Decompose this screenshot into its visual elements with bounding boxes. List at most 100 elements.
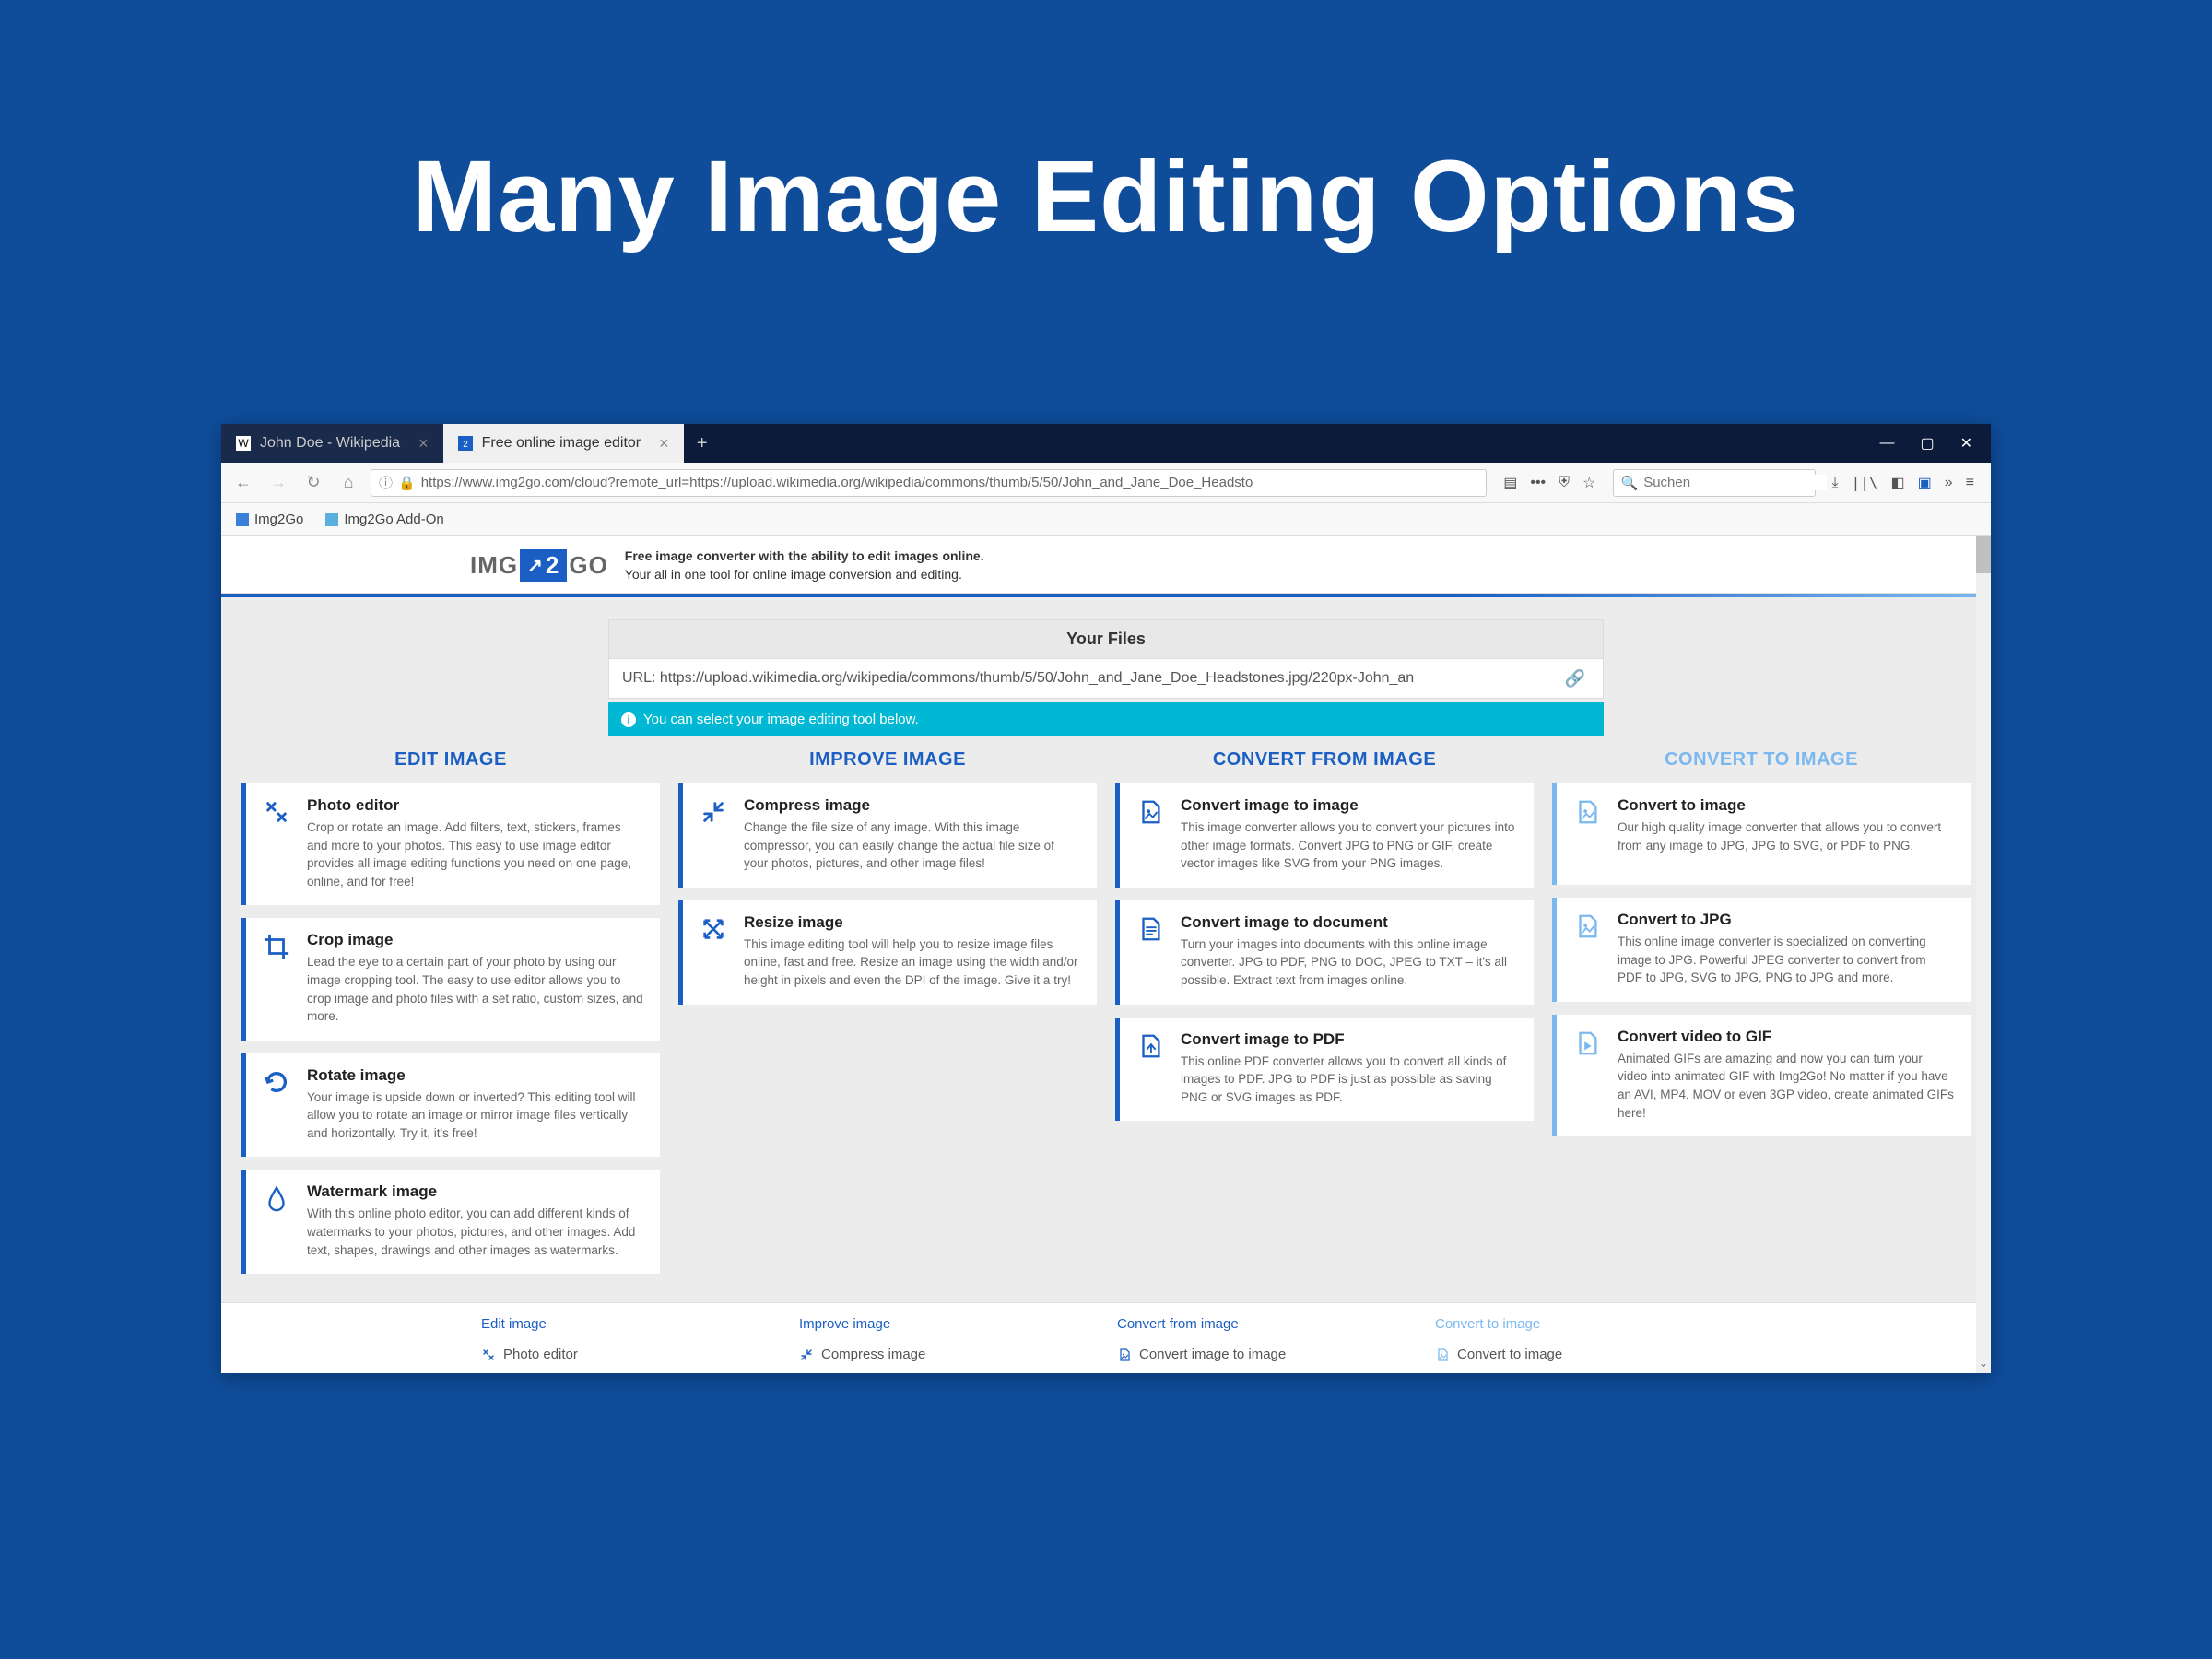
toolbar-icons: ⤓ ||\ ◧ ▣ » ≡ (1825, 474, 1982, 492)
footer-item[interactable]: Compress image (799, 1343, 1095, 1366)
tool-card[interactable]: Convert to JPG This online image convert… (1552, 898, 1971, 1002)
lock-icon: 🔒 (398, 475, 416, 491)
card-title: Photo editor (307, 796, 643, 815)
water-icon (261, 1182, 292, 1259)
sidebar-icon[interactable]: ◧ (1891, 474, 1905, 492)
footer-column: Convert from image Convert image to imag… (1106, 1316, 1424, 1366)
shield-icon[interactable]: ⛨ (1559, 475, 1570, 491)
maximize-icon[interactable]: ▢ (1920, 434, 1934, 453)
reader-icon[interactable]: ▤ (1503, 474, 1517, 492)
tagline-sub: Your all in one tool for online image co… (625, 566, 984, 584)
overflow-icon[interactable]: » (1945, 475, 1953, 491)
your-files-section: Your Files 🔗 i You can select your image… (608, 619, 1604, 736)
addon-icon[interactable]: ▣ (1918, 474, 1932, 492)
doc-img-icon (1435, 1347, 1450, 1362)
browser-window: W John Doe - Wikipedia × 2 Free online i… (221, 424, 1991, 1373)
doc-pdf-icon (1135, 1030, 1166, 1107)
tool-card[interactable]: Convert image to image This image conver… (1115, 783, 1534, 888)
footer-title[interactable]: Improve image (799, 1316, 1095, 1343)
card-description: Turn your images into documents with thi… (1181, 935, 1517, 990)
card-description: Crop or rotate an image. Add filters, te… (307, 818, 643, 890)
scroll-thumb[interactable] (1976, 536, 1991, 573)
link-icon[interactable]: 🔗 (1547, 669, 1603, 688)
info-icon[interactable]: ⓘ (379, 473, 393, 492)
your-files-title: Your Files (608, 619, 1604, 659)
footer-column: Edit image Photo editor (470, 1316, 788, 1366)
tool-card[interactable]: Convert video to GIF Animated GIFs are a… (1552, 1015, 1971, 1136)
more-icon[interactable]: ••• (1530, 475, 1546, 491)
home-icon[interactable]: ⌂ (335, 473, 361, 492)
minimize-icon[interactable]: — (1879, 435, 1894, 452)
tool-card[interactable]: Rotate image Your image is upside down o… (241, 1053, 660, 1158)
doc-img-icon (1571, 911, 1603, 987)
footer-item[interactable]: Convert to image (1435, 1343, 1731, 1366)
bookmark-img2go[interactable]: Img2Go (236, 512, 303, 527)
footer-item[interactable]: Photo editor (481, 1343, 777, 1366)
search-bar[interactable]: 🔍 (1613, 469, 1816, 497)
search-input[interactable] (1643, 475, 1827, 490)
svg-text:W: W (238, 437, 249, 450)
tab-label: John Doe - Wikipedia (260, 435, 400, 452)
url-input[interactable] (421, 475, 1479, 490)
card-description: Your image is upside down or inverted? T… (307, 1088, 643, 1143)
tool-card[interactable]: Photo editor Crop or rotate an image. Ad… (241, 783, 660, 905)
column-title: IMPROVE IMAGE (678, 749, 1097, 771)
doc-img-icon (1135, 796, 1166, 873)
site-logo[interactable]: IMG ↗2 GO (470, 549, 608, 582)
tool-column: CONVERT FROM IMAGE Convert image to imag… (1115, 749, 1534, 1287)
url-bar[interactable]: ⓘ 🔒 (371, 469, 1487, 497)
card-description: This online PDF converter allows you to … (1181, 1053, 1517, 1107)
bookmark-img2go-addon[interactable]: Img2Go Add-On (325, 512, 443, 527)
tab-wikipedia[interactable]: W John Doe - Wikipedia × (221, 424, 443, 463)
card-description: This image editing tool will help you to… (744, 935, 1080, 990)
card-description: Change the file size of any image. With … (744, 818, 1080, 873)
page-content: IMG ↗2 GO Free image converter with the … (221, 536, 1991, 1373)
card-description: Lead the eye to a certain part of your p… (307, 953, 643, 1025)
footer-title[interactable]: Edit image (481, 1316, 777, 1343)
browser-toolbar: ← → ↻ ⌂ ⓘ 🔒 ▤ ••• ⛨ ☆ 🔍 ⤓ ||\ ◧ ▣ » ≡ (221, 463, 1991, 503)
card-title: Compress image (744, 796, 1080, 815)
card-description: This online image converter is specializ… (1618, 933, 1954, 987)
tool-column: IMPROVE IMAGE Compress image Change the … (678, 749, 1097, 1287)
card-title: Rotate image (307, 1066, 643, 1085)
download-icon[interactable]: ⤓ (1832, 475, 1839, 491)
tool-card[interactable]: Crop image Lead the eye to a certain par… (241, 918, 660, 1040)
compress-icon (799, 1347, 814, 1362)
design-icon (261, 796, 292, 890)
column-title: EDIT IMAGE (241, 749, 660, 771)
star-icon[interactable]: ☆ (1583, 474, 1595, 492)
tool-card[interactable]: Convert image to document Turn your imag… (1115, 900, 1534, 1005)
bookmark-icon (325, 513, 338, 526)
doc-icon (1135, 913, 1166, 990)
tool-card[interactable]: Watermark image With this online photo e… (241, 1170, 660, 1274)
crop-icon (261, 931, 292, 1025)
footer-title[interactable]: Convert to image (1435, 1316, 1731, 1343)
video-icon (1571, 1028, 1603, 1122)
bookmark-label: Img2Go (254, 512, 303, 527)
back-icon[interactable]: ← (230, 473, 256, 492)
close-icon[interactable]: × (418, 434, 429, 453)
tab-img2go[interactable]: 2 Free online image editor × (443, 424, 684, 463)
tool-card[interactable]: Compress image Change the file size of a… (678, 783, 1097, 888)
file-url-input[interactable] (609, 659, 1547, 698)
reload-icon[interactable]: ↻ (300, 473, 326, 492)
logo-right: GO (569, 551, 607, 580)
forward-icon[interactable]: → (265, 473, 291, 492)
tab-label: Free online image editor (482, 435, 641, 452)
card-title: Convert to image (1618, 796, 1954, 815)
close-icon[interactable]: ✕ (1960, 434, 1972, 453)
rotate-icon (261, 1066, 292, 1143)
footer-title[interactable]: Convert from image (1117, 1316, 1413, 1343)
library-icon[interactable]: ||\ (1852, 474, 1878, 491)
card-title: Convert image to image (1181, 796, 1517, 815)
menu-icon[interactable]: ≡ (1966, 475, 1974, 491)
scrollbar-vertical[interactable]: ⌄ (1976, 536, 1991, 1373)
scroll-down-icon[interactable]: ⌄ (1976, 1357, 1991, 1373)
close-icon[interactable]: × (659, 434, 669, 453)
card-title: Resize image (744, 913, 1080, 932)
tool-card[interactable]: Convert image to PDF This online PDF con… (1115, 1018, 1534, 1122)
tool-card[interactable]: Convert to image Our high quality image … (1552, 783, 1971, 885)
footer-item[interactable]: Convert image to image (1117, 1343, 1413, 1366)
new-tab-button[interactable]: + (684, 424, 721, 463)
tool-card[interactable]: Resize image This image editing tool wil… (678, 900, 1097, 1005)
